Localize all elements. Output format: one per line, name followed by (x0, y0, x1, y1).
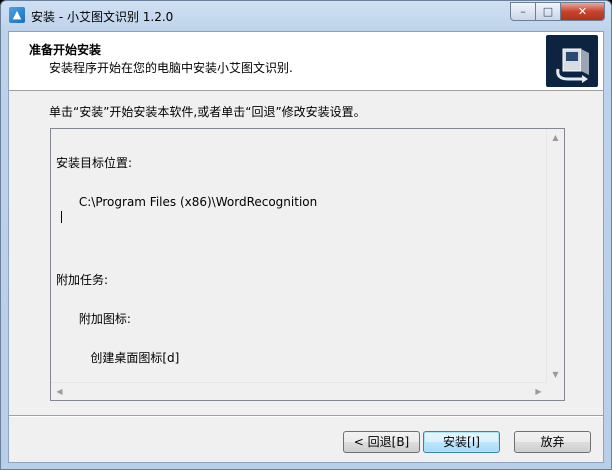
scroll-corner (547, 383, 564, 400)
installer-icon: ▲ (9, 7, 25, 23)
caption-buttons: – □ ✕ (510, 2, 605, 21)
summary-line (56, 235, 544, 248)
page-subtitle: 安装程序开始在您的电脑中安装小艾图文识别. (49, 61, 293, 75)
scroll-down-icon[interactable]: ▼ (547, 366, 564, 383)
minimize-button[interactable]: – (510, 2, 536, 21)
scroll-up-icon[interactable]: ▲ (547, 129, 564, 146)
computer-box-icon (556, 48, 589, 83)
vertical-scrollbar[interactable]: ▲ ▼ (546, 129, 564, 383)
scroll-right-icon[interactable]: ▶ (530, 383, 547, 400)
summary-line: C:\Program Files (x86)\WordRecognition (56, 195, 318, 209)
summary-line: 安装目标位置: (56, 156, 133, 170)
close-button[interactable]: ✕ (561, 2, 605, 21)
summary-line: 附加图标: (56, 312, 131, 326)
summary-line: 创建桌面图标[d] (56, 351, 180, 365)
scroll-left-icon[interactable]: ◀ (51, 383, 68, 400)
maximize-button[interactable]: □ (536, 2, 561, 21)
install-instruction: 单击“安装”开始安装本软件,或者单击“回退”修改安装设置。 (49, 105, 366, 119)
footer-divider (9, 415, 603, 417)
back-button[interactable]: < 回退[B] (343, 431, 420, 453)
summary-text[interactable]: 安装目标位置: C:\Program Files (x86)\WordRecog… (56, 131, 544, 380)
window-title: 安装 - 小艾图文识别 1.2.0 (31, 10, 174, 24)
title-bar[interactable]: ▲ 安装 - 小艾图文识别 1.2.0 – □ ✕ (1, 1, 611, 31)
text-caret (61, 211, 62, 223)
install-summary-memo[interactable]: 安装目标位置: C:\Program Files (x86)\WordRecog… (50, 128, 565, 401)
installer-window: ▲ 安装 - 小艾图文识别 1.2.0 – □ ✕ 准备开始安装 安装程序开始在… (0, 0, 612, 470)
wizard-header: 准备开始安装 安装程序开始在您的电脑中安装小艾图文识别. (9, 32, 603, 91)
horizontal-scrollbar[interactable]: ◀ ▶ (51, 382, 547, 400)
cancel-button[interactable]: 放弃 (514, 431, 591, 453)
page-title: 准备开始安装 (29, 43, 102, 57)
wizard-client-area: 准备开始安装 安装程序开始在您的电脑中安装小艾图文识别. 单击“安装”开始安装本… (8, 31, 604, 463)
summary-line: 附加任务: (56, 273, 109, 287)
install-button[interactable]: 安装[I] (423, 431, 500, 453)
setup-computer-logo (546, 35, 598, 87)
